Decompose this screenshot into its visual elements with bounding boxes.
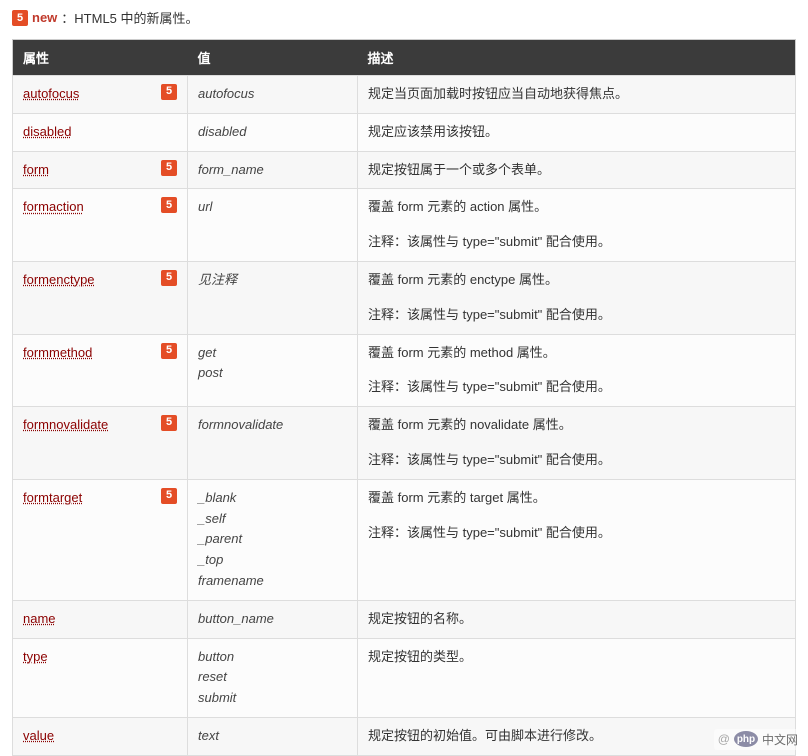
desc-cell: 规定应该禁用该按钮。: [358, 113, 796, 151]
html5-icon: 5: [12, 10, 28, 26]
header-value: 值: [188, 40, 358, 76]
attr-link-form[interactable]: form: [23, 160, 49, 181]
table-row: formenctype 5 见注释覆盖 form 元素的 enctype 属性。注释…: [13, 261, 796, 334]
value-cell: formnovalidate: [188, 407, 358, 480]
table-row: form 5 form_name 规定按钮属于一个或多个表单。: [13, 151, 796, 189]
desc-text: 规定应该禁用该按钮。: [368, 124, 498, 139]
desc-cell: 覆盖 form 元素的 method 属性。注释：该属性与 type="subm…: [358, 334, 796, 407]
value-cell: button_name: [188, 600, 358, 638]
attr-link-disabled[interactable]: disabled: [23, 122, 71, 143]
html5-icon: 5: [161, 160, 177, 176]
value-cell: url: [188, 189, 358, 262]
table-header-row: 属性 值 描述: [13, 40, 796, 76]
intro-text: ：HTML5 中的新属性。: [61, 8, 198, 27]
value-cell: get post: [188, 334, 358, 407]
table-row: type button reset submit 规定按钮的类型。: [13, 638, 796, 717]
desc-cell: 覆盖 form 元素的 target 属性。注释：该属性与 type="subm…: [358, 479, 796, 600]
table-row: disabled disabled 规定应该禁用该按钮。: [13, 113, 796, 151]
header-attr: 属性: [13, 40, 188, 76]
html5-icon: 5: [161, 415, 177, 431]
desc-text: 规定按钮的初始值。可由脚本进行修改。: [368, 728, 602, 743]
desc-note: 注释：该属性与 type="submit" 配合使用。: [368, 305, 785, 326]
desc-cell: 覆盖 form 元素的 novalidate 属性。注释：该属性与 type="…: [358, 407, 796, 480]
desc-note: 注释：该属性与 type="submit" 配合使用。: [368, 523, 785, 544]
html5-icon: 5: [161, 343, 177, 359]
html5-icon: 5: [161, 270, 177, 286]
table-row: name button_name 规定按钮的名称。: [13, 600, 796, 638]
attr-cell: form 5: [13, 151, 188, 189]
table-row: formnovalidate5formnovalidate覆盖 form 元素的…: [13, 407, 796, 480]
attr-link-name[interactable]: name: [23, 609, 56, 630]
new-label: new: [32, 10, 57, 25]
value-cell: text: [188, 717, 358, 755]
attr-cell: formmethod 5: [13, 334, 188, 407]
desc-cell: 覆盖 form 元素的 action 属性。注释：该属性与 type="subm…: [358, 189, 796, 262]
attr-link-formaction[interactable]: formaction: [23, 197, 84, 218]
table-row: value text 规定按钮的初始值。可由脚本进行修改。: [13, 717, 796, 755]
html5-icon: 5: [161, 84, 177, 100]
attr-cell: value: [13, 717, 188, 755]
value-cell: disabled: [188, 113, 358, 151]
attr-cell: formaction 5: [13, 189, 188, 262]
watermark-php-icon: php: [734, 731, 758, 747]
desc-note: 注释：该属性与 type="submit" 配合使用。: [368, 232, 785, 253]
html5-icon: 5: [161, 197, 177, 213]
desc-note: 注释：该属性与 type="submit" 配合使用。: [368, 450, 785, 471]
watermark-text: 中文网: [762, 731, 798, 748]
attr-cell: formtarget 5: [13, 479, 188, 600]
attr-cell: disabled: [13, 113, 188, 151]
attr-link-formnovalidate[interactable]: formnovalidate: [23, 415, 108, 436]
table-row: formmethod5get post覆盖 form 元素的 method 属性…: [13, 334, 796, 407]
desc-text: 覆盖 form 元素的 novalidate 属性。: [368, 417, 572, 432]
desc-cell: 规定按钮的名称。: [358, 600, 796, 638]
table-row: formaction5url覆盖 form 元素的 action 属性。注释：该…: [13, 189, 796, 262]
desc-cell: 规定按钮的类型。: [358, 638, 796, 717]
desc-text: 覆盖 form 元素的 action 属性。: [368, 199, 547, 214]
desc-text: 规定按钮的类型。: [368, 649, 472, 664]
attr-link-value[interactable]: value: [23, 726, 54, 747]
attr-link-formenctype[interactable]: formenctype: [23, 270, 95, 291]
html5-icon: 5: [161, 488, 177, 504]
desc-cell: 规定按钮属于一个或多个表单。: [358, 151, 796, 189]
attr-link-type[interactable]: type: [23, 647, 48, 668]
table-row: autofocus 5 autofocus 规定当页面加载时按钮应当自动地获得焦点。: [13, 76, 796, 114]
desc-text: 覆盖 form 元素的 enctype 属性。: [368, 272, 558, 287]
value-cell: autofocus: [188, 76, 358, 114]
attr-cell: name: [13, 600, 188, 638]
value-cell: form_name: [188, 151, 358, 189]
value-cell: _blank _self _parent _top framename: [188, 479, 358, 600]
attr-cell: autofocus 5: [13, 76, 188, 114]
attr-link-autofocus[interactable]: autofocus: [23, 84, 79, 105]
value-cell: 见注释: [188, 261, 358, 334]
desc-cell: 覆盖 form 元素的 enctype 属性。注释：该属性与 type="sub…: [358, 261, 796, 334]
attr-link-formtarget[interactable]: formtarget: [23, 488, 82, 509]
attributes-table: 属性 值 描述 autofocus 5 autofocus 规定当页面加载时按钮应当自…: [12, 39, 796, 756]
desc-text: 规定按钮的名称。: [368, 611, 472, 626]
desc-text: 覆盖 form 元素的 method 属性。: [368, 345, 556, 360]
desc-text: 规定按钮属于一个或多个表单。: [368, 162, 550, 177]
table-row: formtarget 5 _blank _self _parent _top fra…: [13, 479, 796, 600]
watermark-at: @: [718, 732, 730, 746]
intro-line: 5 new ：HTML5 中的新属性。: [0, 0, 808, 35]
attr-cell: formenctype 5: [13, 261, 188, 334]
value-cell: button reset submit: [188, 638, 358, 717]
attr-cell: type: [13, 638, 188, 717]
attr-cell: formnovalidate 5: [13, 407, 188, 480]
desc-cell: 规定当页面加载时按钮应当自动地获得焦点。: [358, 76, 796, 114]
desc-text: 覆盖 form 元素的 target 属性。: [368, 490, 546, 505]
watermark-badge: @ php 中文网: [714, 729, 802, 750]
desc-text: 规定当页面加载时按钮应当自动地获得焦点。: [368, 86, 628, 101]
desc-note: 注释：该属性与 type="submit" 配合使用。: [368, 377, 785, 398]
attr-link-formmethod[interactable]: formmethod: [23, 343, 92, 364]
header-desc: 描述: [358, 40, 796, 76]
